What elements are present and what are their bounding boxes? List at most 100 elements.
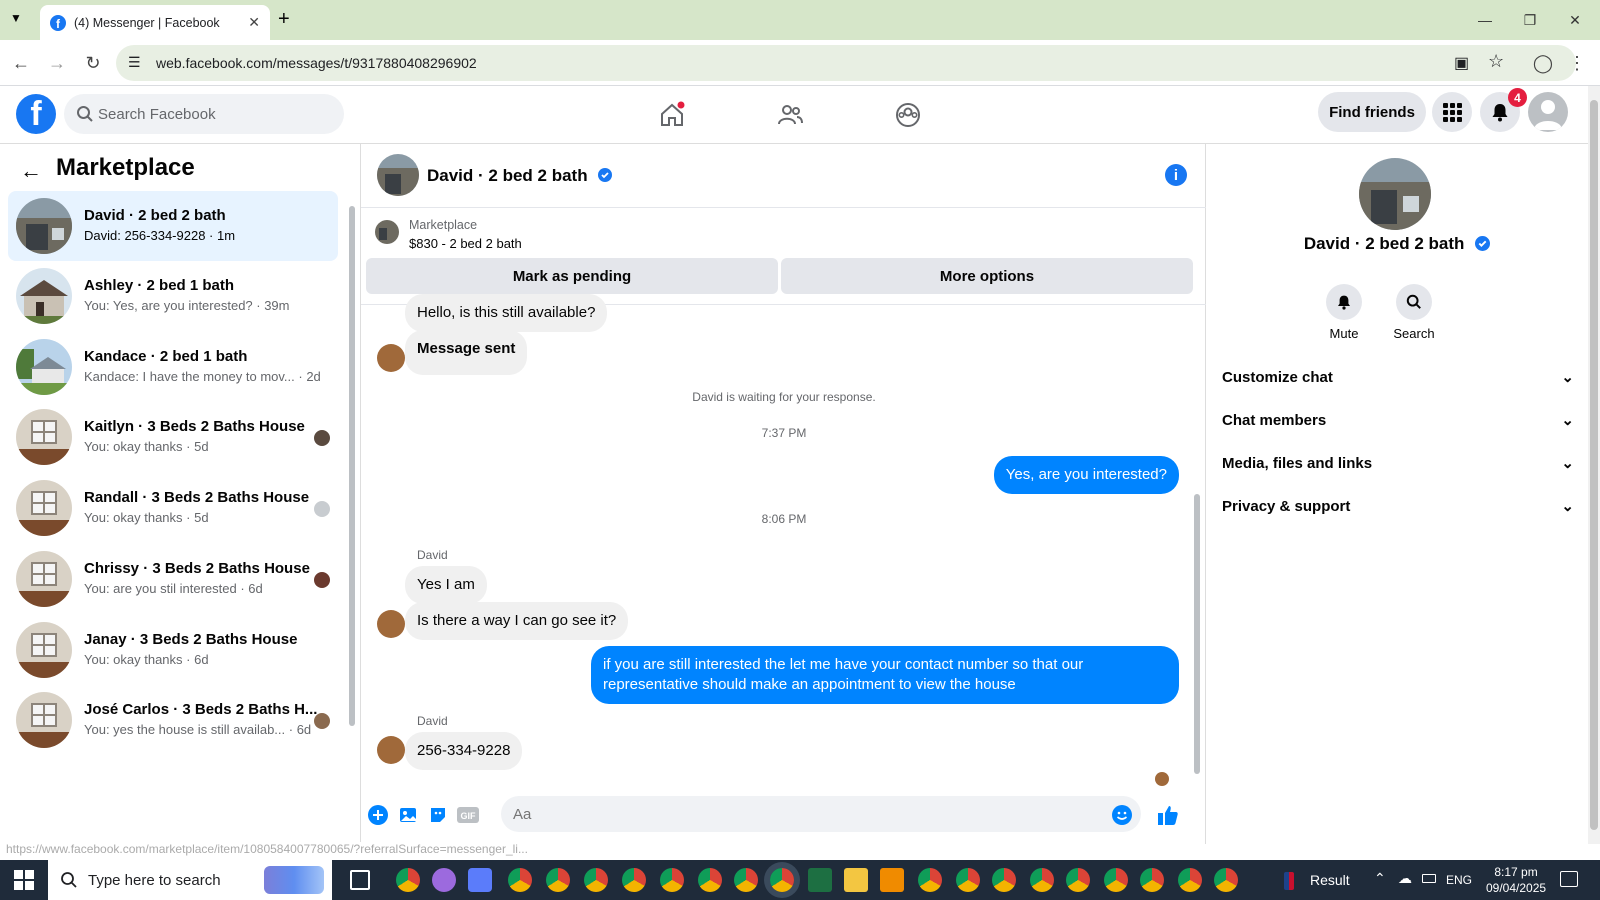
conversation-info-icon[interactable]: i bbox=[1165, 164, 1187, 186]
conversation-item[interactable]: Ashley · 2 bed 1 bath You: Yes, are you … bbox=[8, 261, 338, 331]
back-arrow-icon[interactable]: ← bbox=[20, 158, 42, 184]
sender-avatar[interactable] bbox=[377, 344, 405, 372]
minimize-icon[interactable]: — bbox=[1470, 8, 1500, 32]
chrome-taskbar-icon[interactable] bbox=[918, 868, 942, 892]
chat-members-section[interactable]: Chat members ⌄ bbox=[1222, 400, 1574, 440]
conversation-item[interactable]: David · 2 bed 2 bath David: 256-334-9228… bbox=[8, 191, 338, 261]
conversation-item[interactable]: Kaitlyn · 3 Beds 2 Baths House You: okay… bbox=[8, 402, 338, 472]
scrollbar-thumb[interactable] bbox=[1194, 494, 1200, 774]
listing-price-title[interactable]: $830 - 2 bed 2 bath bbox=[409, 236, 522, 251]
friends-nav-icon[interactable] bbox=[772, 98, 808, 132]
nba-icon[interactable] bbox=[1284, 872, 1294, 890]
sender-avatar[interactable] bbox=[377, 736, 405, 764]
profile-avatar[interactable] bbox=[1359, 158, 1431, 230]
install-icon[interactable]: ▣ bbox=[1454, 53, 1469, 73]
bookmark-star-icon[interactable]: ☆ bbox=[1488, 51, 1504, 72]
chrome-taskbar-icon-active[interactable] bbox=[770, 868, 794, 892]
sender-avatar[interactable] bbox=[377, 610, 405, 638]
close-window-icon[interactable]: ✕ bbox=[1560, 8, 1590, 32]
facebook-search-input[interactable]: Search Facebook bbox=[64, 94, 344, 134]
incoming-message[interactable]: 256-334-9228 bbox=[405, 732, 523, 770]
incoming-message[interactable]: Is there a way I can go see it? bbox=[405, 602, 629, 640]
find-friends-button[interactable]: Find friends bbox=[1318, 92, 1426, 132]
close-tab-icon[interactable]: ✕ bbox=[248, 14, 260, 31]
groups-nav-icon[interactable] bbox=[890, 98, 926, 132]
scrollbar-thumb[interactable] bbox=[1590, 100, 1598, 830]
reload-icon[interactable]: ↻ bbox=[82, 52, 104, 74]
tab-list-chevron-icon[interactable]: ▼ bbox=[10, 11, 22, 25]
privacy-support-section[interactable]: Privacy & support ⌄ bbox=[1222, 486, 1574, 526]
conversation-item[interactable]: Kandace · 2 bed 1 bath Kandace: I have t… bbox=[8, 332, 338, 402]
chrome-taskbar-icon[interactable] bbox=[734, 868, 758, 892]
chat-title[interactable]: David · 2 bed 2 bath bbox=[427, 166, 613, 186]
hidden-icons-chevron-icon[interactable]: ⌃ bbox=[1374, 870, 1386, 887]
incoming-message[interactable]: Message sent bbox=[405, 330, 528, 375]
menu-dots-icon[interactable]: ⋮ bbox=[1566, 52, 1588, 74]
incoming-message[interactable]: Yes I am bbox=[405, 566, 487, 604]
chrome-taskbar-icon[interactable] bbox=[1214, 868, 1238, 892]
battery-icon[interactable] bbox=[1422, 874, 1436, 883]
gif-icon[interactable]: GIF bbox=[457, 804, 479, 826]
task-view-icon[interactable] bbox=[350, 870, 370, 890]
chrome-taskbar-icon[interactable] bbox=[1140, 868, 1164, 892]
chrome-taskbar-icon[interactable] bbox=[1104, 868, 1128, 892]
restore-icon[interactable]: ❐ bbox=[1515, 8, 1545, 32]
more-options-button[interactable]: More options bbox=[781, 258, 1193, 294]
photo-icon[interactable] bbox=[397, 804, 419, 826]
incoming-message[interactable]: Hello, is this still available? bbox=[405, 294, 608, 332]
site-info-icon[interactable]: ☰ bbox=[128, 54, 141, 71]
menu-grid-icon[interactable] bbox=[1432, 92, 1472, 132]
conversation-item[interactable]: Chrissy · 3 Beds 2 Baths House You: are … bbox=[8, 544, 338, 614]
message-input[interactable] bbox=[501, 796, 1141, 832]
notification-center-icon[interactable] bbox=[1560, 871, 1578, 887]
excel-taskbar-icon[interactable] bbox=[808, 868, 832, 892]
file-explorer-taskbar-icon[interactable] bbox=[844, 868, 868, 892]
listing-thumbnail[interactable] bbox=[375, 220, 399, 244]
clock[interactable]: 8:17 pm 09/04/2025 bbox=[1486, 864, 1546, 896]
sticker-icon[interactable] bbox=[427, 804, 449, 826]
chrome-taskbar-icon[interactable] bbox=[508, 868, 532, 892]
add-more-icon[interactable] bbox=[367, 804, 389, 826]
chrome-taskbar-icon[interactable] bbox=[1066, 868, 1090, 892]
url-field[interactable]: ☰ web.facebook.com/messages/t/9317880408… bbox=[116, 45, 1576, 81]
forward-icon[interactable]: → bbox=[46, 52, 68, 74]
news-result-label[interactable]: Result bbox=[1310, 872, 1350, 888]
vlc-taskbar-icon[interactable] bbox=[880, 868, 904, 892]
chrome-taskbar-icon[interactable] bbox=[396, 868, 420, 892]
back-icon[interactable]: ← bbox=[10, 52, 32, 74]
thumbs-up-icon[interactable] bbox=[1157, 804, 1179, 826]
facebook-logo-icon[interactable]: f bbox=[16, 94, 56, 134]
windows-start-icon[interactable] bbox=[14, 870, 34, 895]
conversation-item[interactable]: Randall · 3 Beds 2 Baths House You: okay… bbox=[8, 473, 338, 543]
browser-tab[interactable]: f (4) Messenger | Facebook ✕ bbox=[40, 5, 270, 40]
emoji-icon[interactable] bbox=[1111, 804, 1133, 826]
profile-icon[interactable]: ◯ bbox=[1532, 52, 1554, 74]
chrome-taskbar-icon[interactable] bbox=[1030, 868, 1054, 892]
conversation-item[interactable]: Janay · 3 Beds 2 Baths House You: okay t… bbox=[8, 615, 338, 685]
page-scrollbar[interactable] bbox=[1588, 86, 1600, 844]
chrome-taskbar-icon[interactable] bbox=[1178, 868, 1202, 892]
app-taskbar-icon[interactable] bbox=[468, 868, 492, 892]
chrome-taskbar-icon[interactable] bbox=[622, 868, 646, 892]
outgoing-message[interactable]: if you are still interested the let me h… bbox=[591, 646, 1179, 704]
app-taskbar-icon[interactable] bbox=[432, 868, 456, 892]
chrome-taskbar-icon[interactable] bbox=[992, 868, 1016, 892]
search-in-conversation-button[interactable]: Search bbox=[1384, 284, 1444, 341]
chrome-taskbar-icon[interactable] bbox=[660, 868, 684, 892]
chrome-taskbar-icon[interactable] bbox=[698, 868, 722, 892]
conversation-item[interactable]: José Carlos · 3 Beds 2 Baths H... You: y… bbox=[8, 685, 338, 755]
language-indicator[interactable]: ENG bbox=[1446, 873, 1472, 887]
customize-chat-section[interactable]: Customize chat ⌄ bbox=[1222, 357, 1574, 397]
mark-as-pending-button[interactable]: Mark as pending bbox=[366, 258, 778, 294]
chrome-taskbar-icon[interactable] bbox=[956, 868, 980, 892]
media-files-links-section[interactable]: Media, files and links ⌄ bbox=[1222, 443, 1574, 483]
account-avatar[interactable] bbox=[1528, 92, 1568, 132]
taskbar-search-box[interactable]: Type here to search bbox=[48, 860, 332, 900]
chrome-taskbar-icon[interactable] bbox=[546, 868, 570, 892]
chat-scrollbar[interactable] bbox=[1193, 304, 1201, 784]
scrollbar-thumb[interactable] bbox=[349, 206, 355, 726]
outgoing-message[interactable]: Yes, are you interested? bbox=[993, 456, 1179, 494]
sidebar-scrollbar[interactable] bbox=[348, 196, 356, 736]
new-tab-icon[interactable]: + bbox=[278, 8, 290, 31]
network-icon[interactable]: ☁ bbox=[1398, 870, 1412, 887]
